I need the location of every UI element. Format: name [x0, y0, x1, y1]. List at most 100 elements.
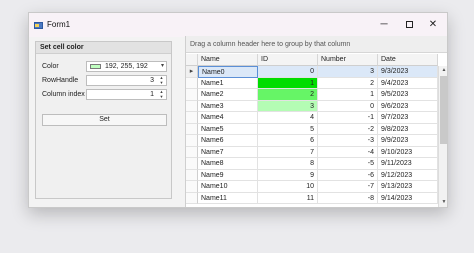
cell-number[interactable]: 2	[318, 77, 378, 89]
scroll-down-icon[interactable]: ▼	[440, 199, 447, 207]
cell-name[interactable]: Name11	[198, 192, 258, 204]
cell-date[interactable]: 9/11/2023	[378, 158, 438, 170]
close-button[interactable]: ✕	[426, 18, 440, 32]
cell-id[interactable]: 8	[258, 158, 318, 170]
color-picker[interactable]: 192, 255, 192 ▾	[86, 61, 167, 72]
table-row[interactable]: Name10 10 -7 9/13/2023	[186, 181, 438, 193]
row-indicator[interactable]	[186, 146, 198, 158]
cell-id[interactable]: 0	[258, 66, 318, 78]
table-row[interactable]: Name4 4 -1 9/7/2023	[186, 112, 438, 124]
cell-number[interactable]: -1	[318, 112, 378, 124]
table-row[interactable]: Name2 2 1 9/5/2023	[186, 89, 438, 101]
cell-id[interactable]: 3	[258, 100, 318, 112]
cell-number[interactable]: 1	[318, 89, 378, 101]
cell-date[interactable]: 9/3/2023	[378, 66, 438, 78]
cell-name[interactable]: Name5	[198, 123, 258, 135]
cell-date[interactable]: 9/4/2023	[378, 77, 438, 89]
row-indicator[interactable]	[186, 112, 198, 124]
table-row[interactable]: Name9 9 -6 9/12/2023	[186, 169, 438, 181]
panel-title: Set cell color	[36, 42, 171, 54]
cell-name[interactable]: Name7	[198, 146, 258, 158]
rowhandle-spin-buttons[interactable]: ▲ ▼	[157, 75, 166, 86]
column-spin-buttons[interactable]: ▲ ▼	[157, 89, 166, 100]
spin-down-icon[interactable]: ▼	[157, 94, 166, 100]
row-indicator-header	[186, 54, 198, 66]
cell-number[interactable]: -3	[318, 135, 378, 147]
cell-name[interactable]: Name8	[198, 158, 258, 170]
cell-name[interactable]: Name4	[198, 112, 258, 124]
row-indicator[interactable]	[186, 100, 198, 112]
color-label: Color	[42, 63, 59, 70]
cell-id[interactable]: 10	[258, 181, 318, 193]
minimize-button[interactable]: ─	[377, 18, 391, 32]
cell-number[interactable]: 3	[318, 66, 378, 78]
spin-down-icon[interactable]: ▼	[157, 80, 166, 86]
table-row[interactable]: Name6 6 -3 9/9/2023	[186, 135, 438, 147]
table-row[interactable]: ▸ Name0 0 3 9/3/2023	[186, 66, 438, 78]
cell-date[interactable]: 9/8/2023	[378, 123, 438, 135]
cell-name[interactable]: Name9	[198, 169, 258, 181]
cell-date[interactable]: 9/5/2023	[378, 89, 438, 101]
cell-number[interactable]: -7	[318, 181, 378, 193]
table-row[interactable]: Name7 7 -4 9/10/2023	[186, 146, 438, 158]
cell-name[interactable]: Name1	[198, 77, 258, 89]
cell-number[interactable]: -6	[318, 169, 378, 181]
cell-date[interactable]: 9/9/2023	[378, 135, 438, 147]
cell-id[interactable]: 11	[258, 192, 318, 204]
cell-date[interactable]: 9/7/2023	[378, 112, 438, 124]
cell-number[interactable]: -8	[318, 192, 378, 204]
column-header-number[interactable]: Number	[318, 54, 378, 66]
column-index-spinner[interactable]: 1 ▲ ▼	[86, 89, 167, 100]
table-row[interactable]: Name8 8 -5 9/11/2023	[186, 158, 438, 170]
cell-name[interactable]: Name6	[198, 135, 258, 147]
column-index-value: 1	[150, 91, 154, 98]
cell-name[interactable]: Name2	[198, 89, 258, 101]
table-row[interactable]: Name11 11 -8 9/14/2023	[186, 192, 438, 204]
cell-date[interactable]: 9/10/2023	[378, 146, 438, 158]
maximize-button[interactable]	[402, 18, 416, 32]
table-row[interactable]: Name5 5 -2 9/8/2023	[186, 123, 438, 135]
chevron-down-icon[interactable]: ▾	[161, 62, 164, 69]
table-row[interactable]: Name3 3 0 9/6/2023	[186, 100, 438, 112]
rowhandle-value: 3	[150, 77, 154, 84]
cell-name[interactable]: Name0	[198, 66, 258, 78]
row-indicator[interactable]	[186, 77, 198, 89]
column-header-id[interactable]: ID	[258, 54, 318, 66]
column-index-label: Column index	[42, 91, 85, 98]
cell-id[interactable]: 2	[258, 89, 318, 101]
cell-id[interactable]: 4	[258, 112, 318, 124]
cell-date[interactable]: 9/12/2023	[378, 169, 438, 181]
cell-number[interactable]: 0	[318, 100, 378, 112]
cell-name[interactable]: Name3	[198, 100, 258, 112]
column-header-date[interactable]: Date	[378, 54, 438, 66]
rowhandle-spinner[interactable]: 3 ▲ ▼	[86, 75, 167, 86]
scroll-up-icon[interactable]: ▲	[440, 67, 447, 75]
cell-id[interactable]: 9	[258, 169, 318, 181]
row-indicator[interactable]	[186, 181, 198, 193]
cell-date[interactable]: 9/6/2023	[378, 100, 438, 112]
cell-id[interactable]: 5	[258, 123, 318, 135]
vertical-scrollbar[interactable]: ▲ ▼	[438, 66, 447, 207]
row-indicator[interactable]	[186, 135, 198, 147]
cell-id[interactable]: 1	[258, 77, 318, 89]
group-by-panel[interactable]: Drag a column header here to group by th…	[186, 36, 447, 53]
column-header-name[interactable]: Name	[198, 54, 258, 66]
scroll-thumb[interactable]	[440, 76, 447, 144]
cell-name[interactable]: Name10	[198, 181, 258, 193]
row-indicator[interactable]	[186, 169, 198, 181]
cell-number[interactable]: -2	[318, 123, 378, 135]
row-indicator[interactable]	[186, 192, 198, 204]
row-indicator[interactable]	[186, 158, 198, 170]
cell-date[interactable]: 9/14/2023	[378, 192, 438, 204]
cell-id[interactable]: 7	[258, 146, 318, 158]
cell-number[interactable]: -5	[318, 158, 378, 170]
cell-date[interactable]: 9/13/2023	[378, 181, 438, 193]
cell-id[interactable]: 6	[258, 135, 318, 147]
row-indicator[interactable]	[186, 123, 198, 135]
table-row[interactable]: Name1 1 2 9/4/2023	[186, 77, 438, 89]
cell-number[interactable]: -4	[318, 146, 378, 158]
set-button[interactable]: Set	[42, 114, 167, 126]
row-indicator[interactable]	[186, 89, 198, 101]
row-focus-indicator-icon[interactable]: ▸	[186, 66, 198, 78]
window-title: Form1	[47, 20, 71, 29]
